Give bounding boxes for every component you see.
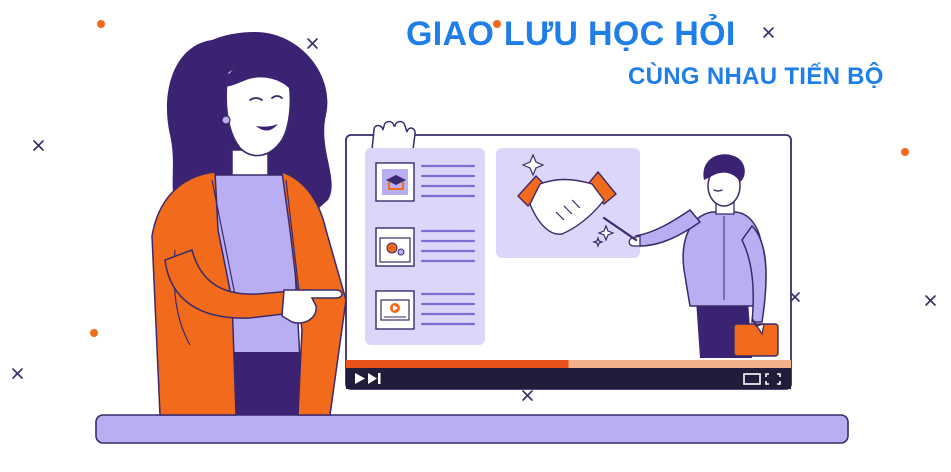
illustration-stage: GIAO LƯU HỌC HỎI CÙNG NHAU TIẾN BỘ	[0, 0, 951, 467]
headline-line-2: CÙNG NHAU TIẾN BỘ	[628, 63, 884, 90]
video-play-icon	[380, 299, 410, 321]
settings-gear-icon	[379, 237, 411, 263]
folder-icon	[733, 323, 779, 357]
graduation-cap-icon	[382, 169, 408, 195]
player-control-bar	[346, 368, 791, 389]
holding-hand	[371, 120, 416, 151]
woman-figure	[151, 32, 347, 416]
base-platform	[95, 414, 849, 444]
headline-line-1: GIAO LƯU HỌC HỎI	[406, 15, 736, 53]
progress-fill	[346, 360, 569, 368]
